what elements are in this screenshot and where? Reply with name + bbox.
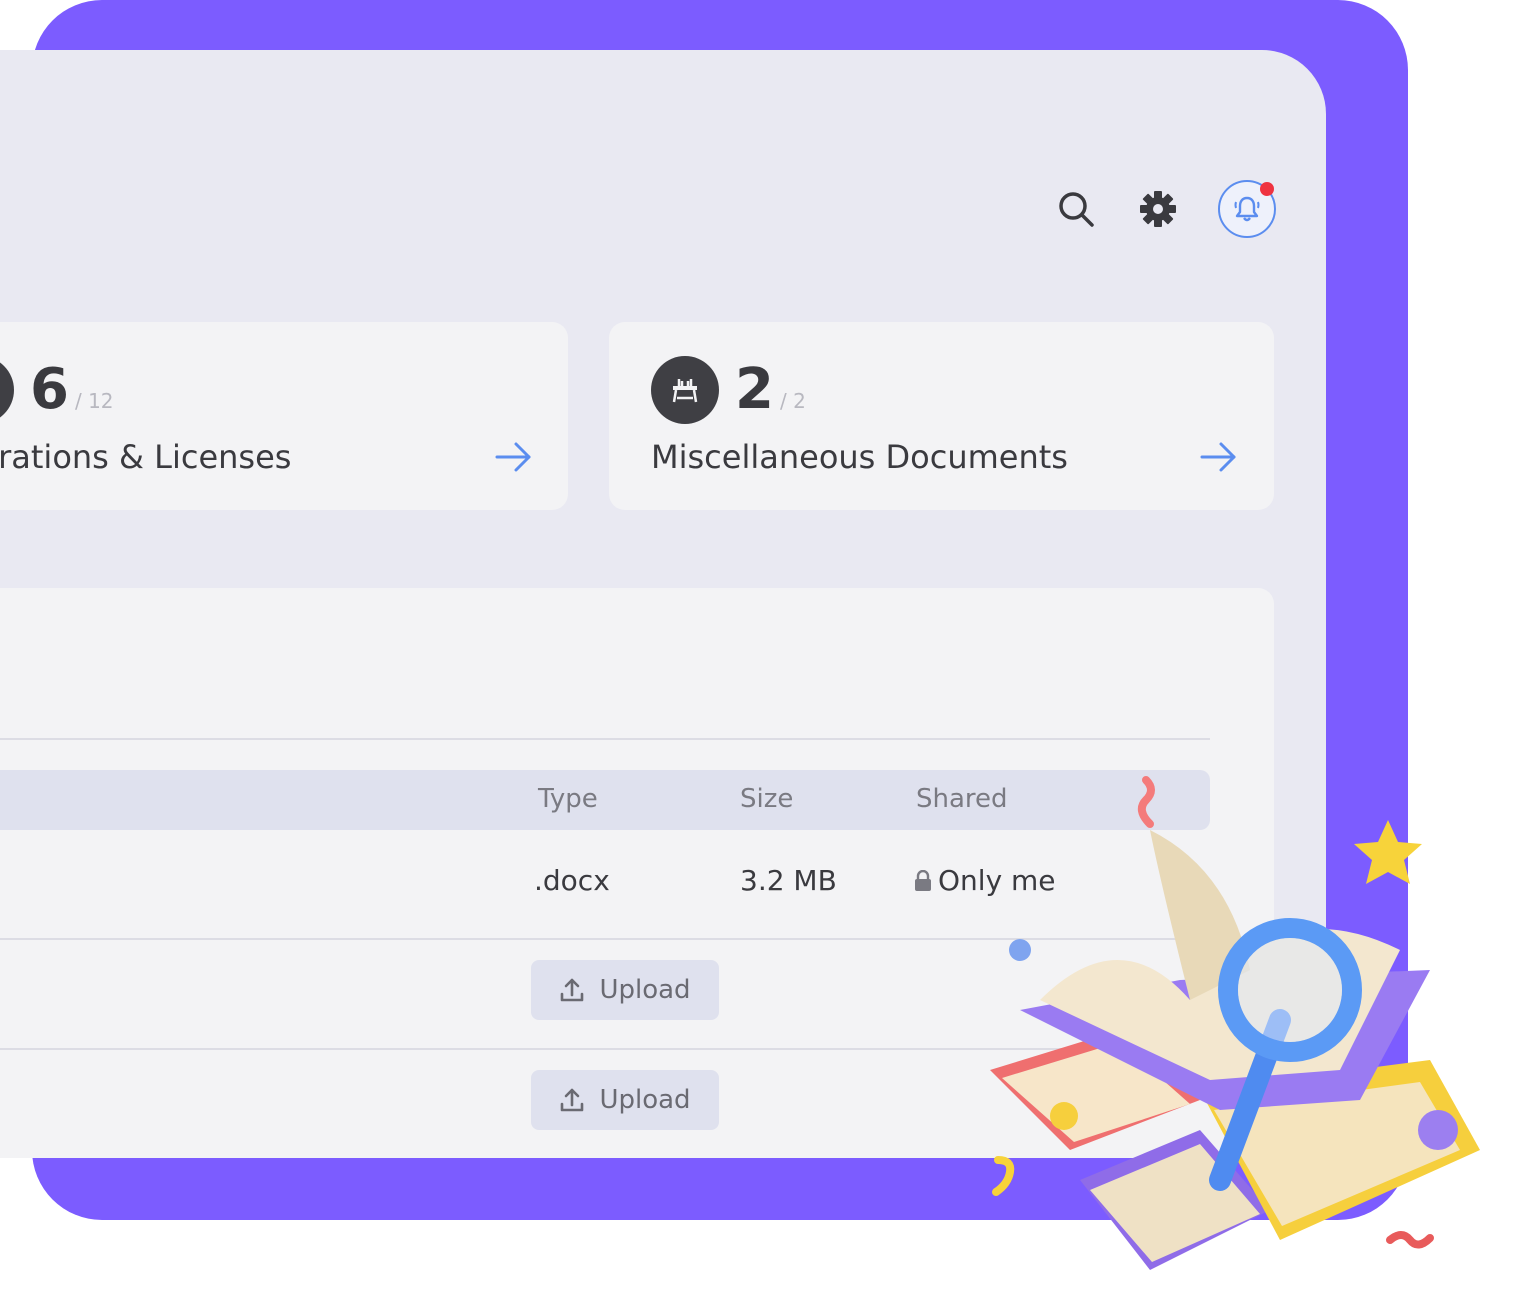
arrow-right-icon[interactable] — [1199, 440, 1239, 474]
arrow-right-icon[interactable] — [494, 440, 534, 474]
lock-icon — [915, 870, 931, 891]
dot-icon — [1009, 939, 1031, 961]
category-card-registrations[interactable]: 6/ 12 istrations & Licenses — [0, 322, 568, 510]
file-type: .docx — [534, 864, 610, 897]
table-glyph — [672, 379, 698, 403]
column-header-size[interactable]: Size — [740, 784, 793, 814]
category-card-miscellaneous[interactable]: 2/ 2 Miscellaneous Documents — [609, 322, 1274, 510]
file-size: 3.2 MB — [740, 864, 837, 897]
confetti-icon — [1137, 776, 1155, 828]
card-title: istrations & Licenses — [0, 438, 292, 476]
search-button[interactable] — [1054, 187, 1098, 231]
card-title: Miscellaneous Documents — [651, 438, 1068, 476]
upload-icon — [561, 1088, 584, 1112]
upload-icon — [561, 978, 584, 1002]
upload-label: Upload — [599, 1085, 691, 1115]
card-count: 6/ 12 — [30, 357, 114, 422]
dot-icon — [1418, 1110, 1458, 1150]
confetti-icon — [992, 1156, 1015, 1196]
card-count: 2/ 2 — [735, 357, 806, 422]
gear-icon — [1140, 191, 1176, 227]
column-header-type[interactable]: Type — [538, 784, 598, 814]
notification-dot — [1260, 182, 1274, 196]
upload-label: Upload — [599, 975, 691, 1005]
confetti-icon — [1386, 1231, 1434, 1249]
dot-icon — [1050, 1102, 1078, 1130]
header-toolbar — [1054, 180, 1276, 238]
divider — [0, 738, 1210, 740]
badge-icon — [0, 356, 14, 424]
upload-button[interactable]: Upload — [531, 1070, 719, 1130]
star-icon — [1354, 820, 1422, 884]
bell-icon — [1234, 196, 1260, 222]
settings-button[interactable] — [1136, 187, 1180, 231]
upload-button[interactable]: Upload — [531, 960, 719, 1020]
search-icon — [1059, 192, 1094, 227]
books-magnifier-illustration — [990, 776, 1480, 1270]
notifications-button[interactable] — [1218, 180, 1276, 238]
table-icon — [651, 356, 719, 424]
card-total: / 12 — [74, 389, 114, 413]
card-total: / 2 — [779, 389, 806, 413]
